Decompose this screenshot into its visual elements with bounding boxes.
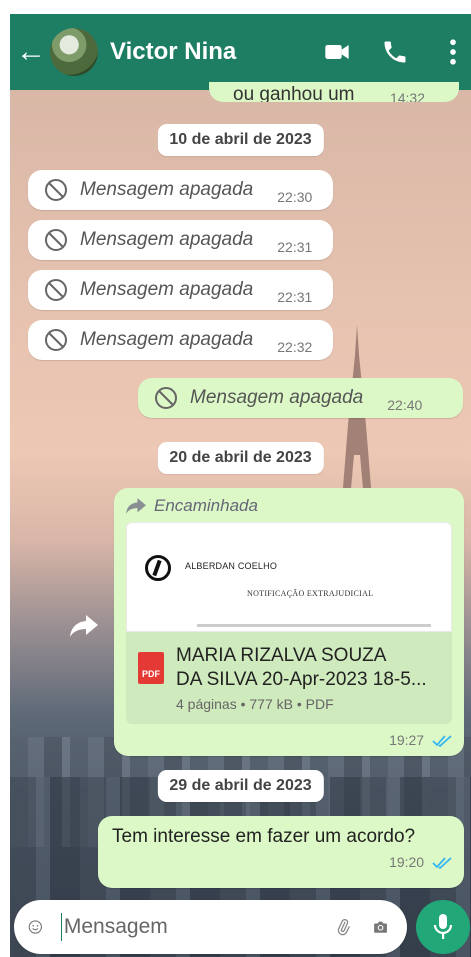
chat-header: ← Victor Nina: [10, 14, 471, 90]
preview-heading: NOTIFICAÇÃO EXTRAJUDICIAL: [247, 589, 374, 598]
message-time: 19:27: [389, 732, 425, 748]
message-text: ou ganhou um: [233, 84, 355, 102]
ban-icon: [45, 279, 67, 301]
pdf-file-icon: PDF: [138, 652, 164, 684]
message-time-row: 19:27: [114, 724, 464, 756]
camera-icon[interactable]: [372, 913, 389, 941]
message-list[interactable]: ou ganhou um 14:32 10 de abril de 2023 M…: [10, 82, 471, 900]
forwarded-document-message[interactable]: Encaminhada ALBERDAN COELHO NOTIFICAÇÃO …: [114, 488, 464, 756]
message-time-row: 19:20: [98, 848, 464, 878]
document-title-line-1: MARIA RIZALVA SOUZA: [176, 645, 387, 666]
message-text: Mensagem apagada: [80, 279, 254, 300]
ban-icon: [45, 329, 67, 351]
document-info[interactable]: PDF MARIA RIZALVA SOUZA DA SILVA 20-Apr-…: [126, 632, 452, 724]
deleted-message[interactable]: Mensagem apagada 22:32: [28, 320, 333, 360]
emoji-icon[interactable]: [28, 915, 43, 939]
partial-outgoing-message: ou ganhou um 14:32: [209, 82, 459, 102]
ban-icon: [45, 229, 67, 251]
deleted-message[interactable]: Mensagem apagada 22:31: [28, 220, 333, 260]
message-text: Mensagem apagada: [80, 229, 254, 250]
message-time: 22:40: [387, 397, 423, 413]
read-ticks-icon: [432, 735, 452, 748]
message-text: Mensagem apagada: [190, 387, 364, 408]
message-text: Mensagem apagada: [80, 179, 254, 200]
ban-icon: [45, 179, 67, 201]
message-composer: [14, 900, 407, 954]
deleted-message[interactable]: Mensagem apagada 22:31: [28, 270, 333, 310]
kebab-menu-icon[interactable]: [435, 34, 471, 70]
message-time: 22:31: [277, 289, 313, 305]
whatsapp-chat-screen: ← Victor Nina ou ganhou um 14:32 10 de a…: [0, 0, 471, 957]
forward-shortcut-icon[interactable]: [70, 615, 108, 653]
message-input[interactable]: [63, 915, 335, 939]
document-preview[interactable]: ALBERDAN COELHO NOTIFICAÇÃO EXTRAJUDICIA…: [126, 522, 452, 632]
message-time: 19:20: [389, 854, 425, 870]
message-time: 14:32: [389, 90, 425, 102]
message-time: 22:31: [277, 239, 313, 255]
date-divider: 29 de abril de 2023: [157, 770, 324, 802]
document-meta: 4 páginas • 777 kB • PDF: [176, 696, 334, 712]
date-divider: 10 de abril de 2023: [157, 124, 324, 156]
read-ticks-icon: [432, 857, 452, 870]
phone-call-icon[interactable]: [377, 34, 413, 70]
preview-firm-name: ALBERDAN COELHO: [185, 561, 278, 571]
text-caret: [60, 913, 62, 941]
message-time: 22:32: [277, 339, 313, 355]
deleted-outgoing-message[interactable]: Mensagem apagada 22:40: [138, 378, 463, 418]
attach-clip-icon[interactable]: [335, 913, 352, 941]
message-time: 22:30: [277, 189, 313, 205]
mic-button[interactable]: [416, 900, 470, 954]
message-text: Mensagem apagada: [80, 329, 254, 350]
back-arrow-icon[interactable]: ←: [14, 35, 48, 69]
contact-name[interactable]: Victor Nina: [110, 38, 297, 66]
mic-icon: [433, 914, 453, 939]
video-call-icon[interactable]: [319, 34, 355, 70]
forwarded-arrow-icon: [126, 498, 146, 514]
document-title-line-2: DA SILVA 20-Apr-2023 18-5...: [176, 669, 427, 690]
deleted-message[interactable]: Mensagem apagada 22:30: [28, 170, 333, 210]
law-firm-logo: [145, 555, 171, 581]
avatar[interactable]: [50, 28, 98, 76]
preview-text-line: [197, 624, 431, 627]
forwarded-label: Encaminhada: [126, 496, 464, 516]
forwarded-text: Encaminhada: [154, 496, 258, 515]
date-divider: 20 de abril de 2023: [157, 442, 324, 474]
outgoing-message[interactable]: Tem interesse em fazer um acordo? 19:20: [98, 816, 464, 888]
message-text: Tem interesse em fazer um acordo?: [112, 826, 416, 847]
ban-icon: [155, 387, 177, 409]
